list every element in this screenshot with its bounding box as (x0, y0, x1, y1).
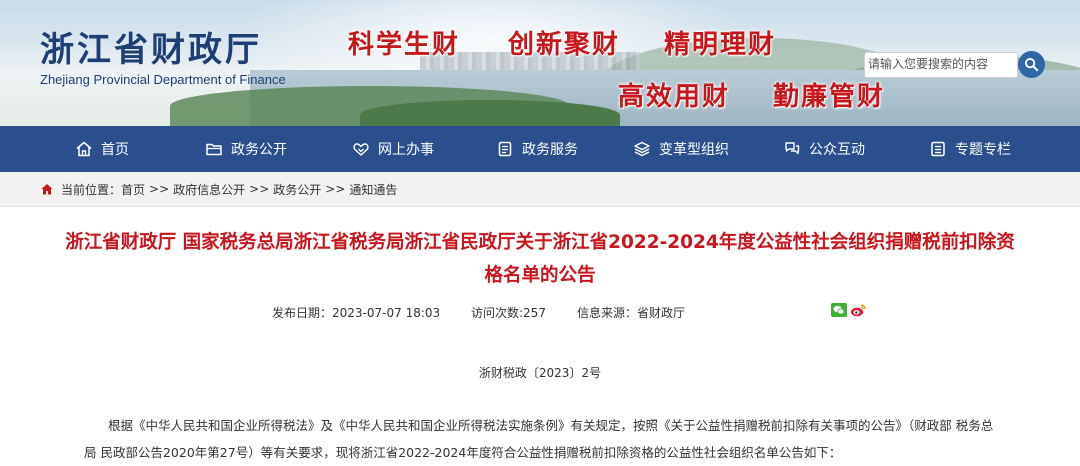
breadcrumb-link-gov-affairs[interactable]: 政务公开 (273, 181, 321, 198)
nav-item-public-interaction[interactable]: 公众互动 (783, 126, 865, 172)
nav-item-transformative-org[interactable]: 变革型组织 (633, 126, 729, 172)
breadcrumb-separator: >> (249, 182, 270, 196)
list-icon (931, 141, 945, 157)
document-icon (498, 141, 512, 157)
breadcrumb-separator: >> (325, 182, 346, 196)
main-nav: 首页 政务公开 网上办事 政务服务 变革型组织 公众互动 专题专栏 (0, 126, 1080, 172)
home-icon (76, 141, 92, 157)
handshake-icon (353, 143, 369, 156)
document-number: 浙财税政〔2023〕2号 (478, 366, 602, 380)
nav-item-online-services[interactable]: 网上办事 (352, 126, 434, 172)
breadcrumb-separator: >> (149, 182, 170, 196)
breadcrumb: 当前位置： 首页 >> 政府信息公开 >> 政务公开 >> 通知通告 (40, 172, 397, 206)
slogan-text: 高效用财 (618, 82, 731, 112)
slogan-text: 创新聚财 (508, 30, 621, 60)
weibo-icon[interactable] (850, 303, 866, 317)
search-box (864, 52, 1018, 78)
banner-trees (360, 100, 620, 126)
nav-item-special-topics[interactable]: 专题专栏 (929, 126, 1011, 172)
nav-item-gov-services[interactable]: 政务服务 (496, 126, 578, 172)
chat-icon (785, 142, 800, 155)
nav-item-label: 政务服务 (522, 142, 578, 158)
article-title: 浙江省财政厅 国家税务总局浙江省税务局浙江省民政厅关于浙江省2022-2024年… (65, 232, 1015, 286)
nav-item-label: 网上办事 (378, 142, 434, 158)
publish-date-value: 2023-07-07 18:03 (332, 306, 441, 320)
nav-item-label: 政务公开 (231, 142, 287, 158)
nav-item-label: 公众互动 (809, 142, 865, 158)
breadcrumb-link-info-disclosure[interactable]: 政府信息公开 (173, 181, 245, 198)
nav-item-label: 变革型组织 (659, 142, 729, 158)
nav-item-government-affairs[interactable]: 政务公开 (205, 126, 287, 172)
publish-date: 发布日期：2023-07-07 18:03 (272, 304, 440, 321)
visit-count-value: 257 (523, 306, 546, 320)
info-source-value: 省财政厅 (637, 306, 686, 320)
slogan-text: 科学生财 (348, 30, 461, 60)
layers-icon (634, 141, 650, 157)
slogan-text: 精明理财 (664, 30, 777, 60)
info-source-label: 信息来源： (577, 306, 638, 320)
nav-item-home[interactable]: 首页 (75, 126, 129, 172)
site-logo-subtitle: Zhejiang Provincial Department of Financ… (40, 72, 286, 87)
breadcrumb-link-home[interactable]: 首页 (121, 181, 145, 198)
search-input[interactable] (865, 53, 1017, 75)
wechat-icon[interactable] (831, 303, 847, 317)
nav-item-label: 首页 (101, 142, 129, 158)
slogan-text: 勤廉管财 (773, 82, 886, 112)
info-source: 信息来源：省财政厅 (577, 304, 685, 321)
breadcrumb-bar: 当前位置： 首页 >> 政府信息公开 >> 政务公开 >> 通知通告 (0, 172, 1080, 207)
search-icon (1024, 57, 1039, 72)
location-home-icon (41, 184, 53, 195)
breadcrumb-prefix: 当前位置： (61, 182, 122, 197)
folder-icon (206, 143, 222, 156)
visit-count: 访问次数:257 (471, 304, 546, 321)
breadcrumb-link-notices[interactable]: 通知通告 (349, 181, 397, 198)
publish-date-label: 发布日期： (272, 306, 333, 320)
search-button[interactable] (1018, 51, 1045, 78)
header-banner: 浙江省财政厅 Zhejiang Provincial Department of… (0, 0, 1080, 126)
visit-count-label: 访问次数: (471, 306, 524, 320)
nav-item-label: 专题专栏 (955, 142, 1011, 158)
site-logo-title[interactable]: 浙江省财政厅 (40, 30, 262, 70)
